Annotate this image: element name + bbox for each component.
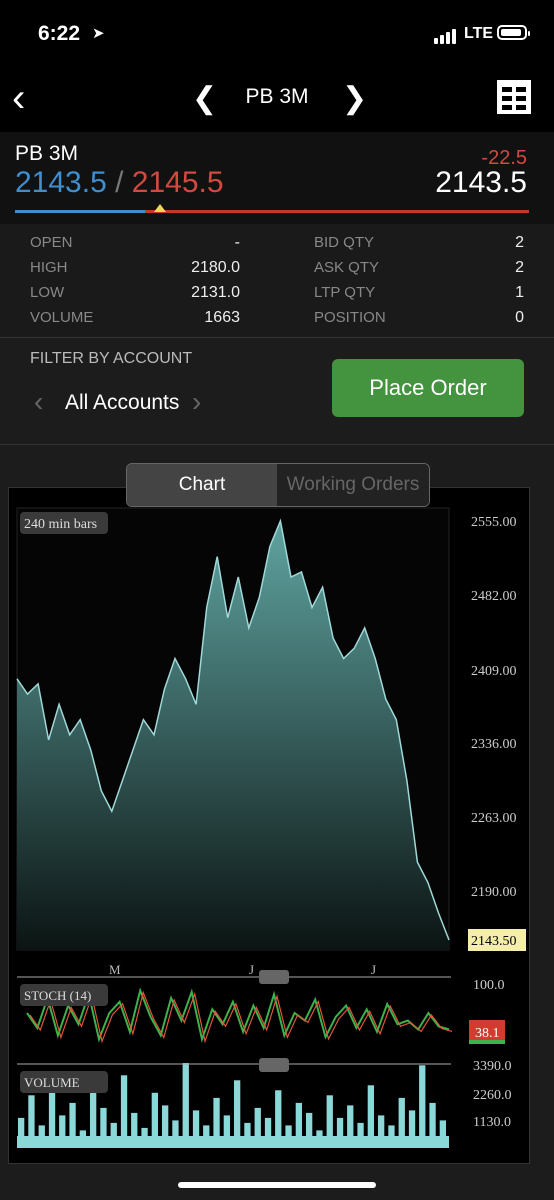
volume-label: VOLUME: [24, 1075, 80, 1090]
price-range-bar: [15, 204, 529, 213]
market-stats: OPEN - BID QTY 2 HIGH 2180.0 ASK QTY 2 L…: [0, 224, 554, 336]
volume-baseline: [17, 1136, 449, 1148]
x-label: M: [109, 962, 121, 977]
signal-strength-icon: [434, 26, 458, 44]
tab-working-orders[interactable]: Working Orders: [277, 464, 429, 506]
status-time: 6:22: [38, 22, 81, 45]
range-marker-icon: [154, 204, 166, 212]
stat-value-ltp-qty: 1: [515, 284, 524, 301]
layout-grid-icon[interactable]: [497, 80, 531, 114]
home-indicator[interactable]: [178, 1182, 376, 1188]
stat-value-ask-qty: 2: [515, 259, 524, 276]
price-chart[interactable]: 240 min bars 2555.00 2482.00 2409.00 233…: [9, 488, 529, 1163]
next-account-button[interactable]: ›: [192, 386, 201, 418]
carrier-label: LTE: [464, 25, 494, 42]
stat-label-position: POSITION: [314, 309, 386, 326]
location-arrow-icon: ➤: [92, 25, 105, 42]
volume-axis-tick: 3390.0: [473, 1059, 512, 1074]
price-tick: 2482.00: [471, 589, 517, 604]
stat-label-bid-qty: BID QTY: [314, 234, 375, 251]
stat-label-low: LOW: [30, 284, 65, 301]
stat-label-high: HIGH: [30, 259, 68, 276]
account-filter: FILTER BY ACCOUNT ‹ All Accounts › Place…: [0, 337, 554, 445]
bars-label: 240 min bars: [24, 517, 97, 532]
last-price: 2143.5: [435, 166, 527, 199]
stoch-axis-tick: 100.0: [473, 978, 505, 993]
symbol-name: PB 3M: [15, 142, 79, 165]
volume-bar: [182, 1063, 189, 1148]
place-order-button[interactable]: Place Order: [332, 359, 524, 417]
account-selector[interactable]: All Accounts: [65, 391, 179, 415]
nav-bar: ‹ ❮ PB 3M ❯: [0, 70, 554, 132]
next-contract-button[interactable]: ❯: [342, 81, 367, 116]
stat-label-open: OPEN: [30, 234, 73, 251]
stat-value-position: 0: [515, 309, 524, 326]
x-label: J: [249, 962, 254, 977]
stat-value-high: 2180.0: [191, 259, 240, 276]
stoch-resize-handle[interactable]: [259, 970, 289, 984]
stat-row: HIGH 2180.0 ASK QTY 2: [0, 259, 554, 284]
stat-value-volume: 1663: [204, 309, 240, 326]
stat-value-open: -: [234, 234, 240, 251]
price-tick: 2409.00: [471, 664, 517, 679]
volume-axis-tick: 2260.0: [473, 1088, 512, 1103]
price-tick: 2263.00: [471, 811, 517, 826]
last-price-tag: 2143.50: [471, 934, 517, 949]
stat-label-ask-qty: ASK QTY: [314, 259, 380, 276]
status-bar: 6:22 ➤ LTE: [0, 0, 554, 70]
ask-price: 2145.5: [131, 166, 224, 199]
tab-chart[interactable]: Chart: [127, 464, 277, 506]
page-title: PB 3M: [245, 85, 309, 108]
stat-row: VOLUME 1663 POSITION 0: [0, 309, 554, 334]
stat-value-bid-qty: 2: [515, 234, 524, 251]
volume-bar: [419, 1065, 426, 1148]
stoch-label: STOCH (14): [24, 988, 91, 1003]
bid-ask: 2143.5 / 2145.5: [15, 166, 224, 200]
bid-price: 2143.5: [15, 166, 107, 199]
view-tabs: Chart Working Orders: [126, 463, 430, 507]
bid-ask-separator: /: [115, 166, 124, 199]
stat-label-ltp-qty: LTP QTY: [314, 284, 376, 301]
price-tick: 2336.00: [471, 737, 517, 752]
battery-icon: [497, 25, 530, 40]
stat-row: LOW 2131.0 LTP QTY 1: [0, 284, 554, 309]
x-label: J: [371, 962, 376, 977]
prev-account-button[interactable]: ‹: [34, 386, 43, 418]
stat-label-volume: VOLUME: [30, 309, 94, 326]
chart-area[interactable]: 240 min bars 2555.00 2482.00 2409.00 233…: [8, 487, 530, 1164]
stoch-tag: 38.1: [475, 1026, 500, 1041]
quote-panel: PB 3M 2143.5 / 2145.5 -22.5 2143.5: [0, 132, 554, 224]
volume-axis-tick: 1130.0: [473, 1115, 511, 1130]
filter-label: FILTER BY ACCOUNT: [30, 350, 193, 367]
price-tick: 2190.00: [471, 885, 517, 900]
price-tick: 2555.00: [471, 515, 517, 530]
stat-value-low: 2131.0: [191, 284, 240, 301]
volume-resize-handle[interactable]: [259, 1058, 289, 1072]
stat-row: OPEN - BID QTY 2: [0, 234, 554, 259]
